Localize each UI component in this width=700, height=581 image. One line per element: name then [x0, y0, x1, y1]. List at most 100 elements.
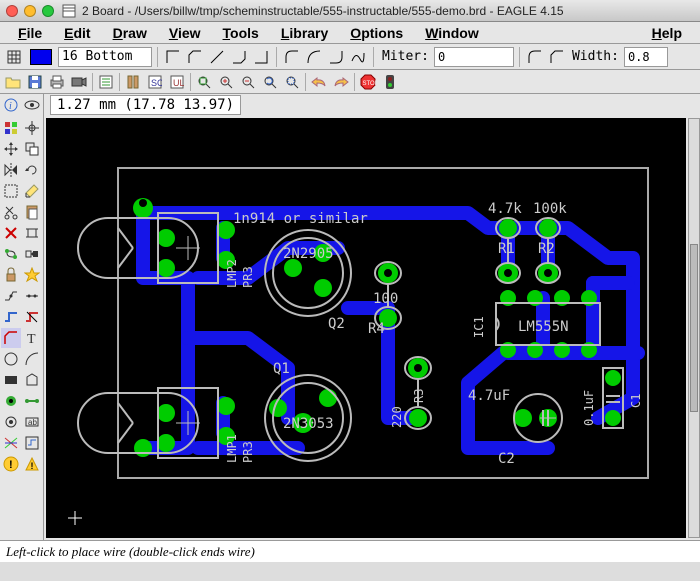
menu-tools[interactable]: Tools	[213, 23, 269, 43]
coordinate-bar: 1.27 mm (17.78 13.97)	[44, 94, 700, 116]
add-icon[interactable]	[22, 223, 42, 243]
window-zoom-button[interactable]	[42, 5, 54, 17]
width-input[interactable]	[624, 47, 668, 67]
polygon-icon[interactable]	[22, 370, 42, 390]
ripup-icon[interactable]	[22, 307, 42, 327]
window-close-button[interactable]	[6, 5, 18, 17]
save-icon[interactable]	[26, 73, 44, 91]
cut-icon[interactable]	[1, 202, 21, 222]
ratsnest-icon[interactable]	[1, 433, 21, 453]
print-icon[interactable]	[48, 73, 66, 91]
miter-straight-icon[interactable]	[547, 47, 567, 67]
zoom-out-icon[interactable]	[239, 73, 257, 91]
svg-text:STOP: STOP	[363, 81, 377, 87]
change-icon[interactable]	[22, 181, 42, 201]
schematic-icon[interactable]	[97, 73, 115, 91]
board-canvas[interactable]: 1n914 or similar 2N2905 2N3053 Q2 Q1 4.7…	[46, 118, 686, 538]
menu-edit[interactable]: Edit	[54, 23, 100, 43]
attribute-icon[interactable]: ab	[22, 412, 42, 432]
group-icon[interactable]	[1, 181, 21, 201]
library-icon[interactable]	[124, 73, 142, 91]
show-layers-icon[interactable]	[1, 118, 21, 138]
svg-text:i: i	[9, 101, 12, 112]
mirror-icon[interactable]	[1, 160, 21, 180]
window-minimize-button[interactable]	[24, 5, 36, 17]
menu-draw[interactable]: Draw	[103, 23, 157, 43]
bend-style-arc2[interactable]	[304, 47, 324, 67]
auto-icon[interactable]	[22, 433, 42, 453]
bend-style-0[interactable]	[163, 47, 183, 67]
zoom-in-icon[interactable]	[217, 73, 235, 91]
wire-icon[interactable]	[1, 328, 21, 348]
layer-color-swatch[interactable]	[30, 49, 52, 65]
vertical-scrollbar[interactable]	[688, 118, 700, 538]
undo-icon[interactable]	[310, 73, 328, 91]
rect-icon[interactable]	[1, 370, 21, 390]
svg-text:Q2: Q2	[328, 316, 345, 332]
hole-icon[interactable]	[1, 412, 21, 432]
svg-text:2N3053: 2N3053	[283, 416, 334, 432]
go-icon[interactable]	[381, 73, 399, 91]
copy-icon[interactable]	[22, 139, 42, 159]
errors-icon[interactable]: !	[22, 454, 42, 474]
pinswap-icon[interactable]	[1, 244, 21, 264]
menu-help[interactable]: Help	[642, 23, 692, 43]
delete-icon[interactable]	[1, 223, 21, 243]
info-icon[interactable]: i	[3, 97, 19, 113]
bend-style-3[interactable]	[229, 47, 249, 67]
miter-input[interactable]	[434, 47, 514, 67]
arc-icon[interactable]	[22, 349, 42, 369]
paste-icon[interactable]	[22, 202, 42, 222]
zoom-select-icon[interactable]	[283, 73, 301, 91]
rotate-icon[interactable]	[22, 160, 42, 180]
svg-text:R4: R4	[368, 321, 385, 337]
svg-text:R2: R2	[538, 241, 555, 257]
bend-style-arc3[interactable]	[326, 47, 346, 67]
circle-icon[interactable]	[1, 349, 21, 369]
signal-icon[interactable]	[22, 391, 42, 411]
menu-file[interactable]: File	[8, 23, 52, 43]
svg-text:LM555N: LM555N	[518, 319, 569, 335]
run-script-icon[interactable]: SCR	[146, 73, 164, 91]
cam-icon[interactable]	[70, 73, 88, 91]
svg-text:4.7k: 4.7k	[488, 201, 522, 217]
status-text: Left-click to place wire (double-click e…	[6, 544, 255, 560]
bend-style-free[interactable]	[348, 47, 368, 67]
menu-view[interactable]: View	[159, 23, 211, 43]
main-toolbar: SCR ULP STOP	[0, 70, 700, 94]
layer-select[interactable]	[58, 47, 152, 67]
menu-options[interactable]: Options	[340, 23, 413, 43]
lock-icon[interactable]	[1, 265, 21, 285]
zoom-fit-icon[interactable]	[195, 73, 213, 91]
smash-icon[interactable]	[22, 265, 42, 285]
svg-text:4.7uF: 4.7uF	[468, 388, 510, 404]
miter-round-icon[interactable]	[525, 47, 545, 67]
text-icon[interactable]: T	[22, 328, 42, 348]
move-icon[interactable]	[1, 139, 21, 159]
mark-icon[interactable]	[22, 118, 42, 138]
menu-window[interactable]: Window	[415, 23, 489, 43]
redo-icon[interactable]	[332, 73, 350, 91]
ulp-icon[interactable]: ULP	[168, 73, 186, 91]
via-icon[interactable]	[1, 391, 21, 411]
split-icon[interactable]	[1, 286, 21, 306]
replace-icon[interactable]	[22, 244, 42, 264]
scrollbar-thumb[interactable]	[690, 244, 698, 411]
svg-text:PR3: PR3	[241, 266, 255, 288]
route-icon[interactable]	[1, 307, 21, 327]
grid-icon[interactable]	[4, 47, 24, 67]
bend-style-4[interactable]	[251, 47, 271, 67]
eye-icon[interactable]	[24, 97, 40, 113]
stop-icon[interactable]: STOP	[359, 73, 377, 91]
window-title: 2 Board - /Users/billw/tmp/scheminstruct…	[82, 4, 564, 18]
bend-style-2[interactable]	[207, 47, 227, 67]
svg-text:C1: C1	[629, 394, 643, 408]
bend-style-1[interactable]	[185, 47, 205, 67]
menu-library[interactable]: Library	[271, 23, 338, 43]
zoom-redraw-icon[interactable]	[261, 73, 279, 91]
bend-style-arc1[interactable]	[282, 47, 302, 67]
svg-text:!: !	[31, 461, 34, 471]
optimize-icon[interactable]	[22, 286, 42, 306]
open-icon[interactable]	[4, 73, 22, 91]
erc-icon[interactable]: !	[1, 454, 21, 474]
